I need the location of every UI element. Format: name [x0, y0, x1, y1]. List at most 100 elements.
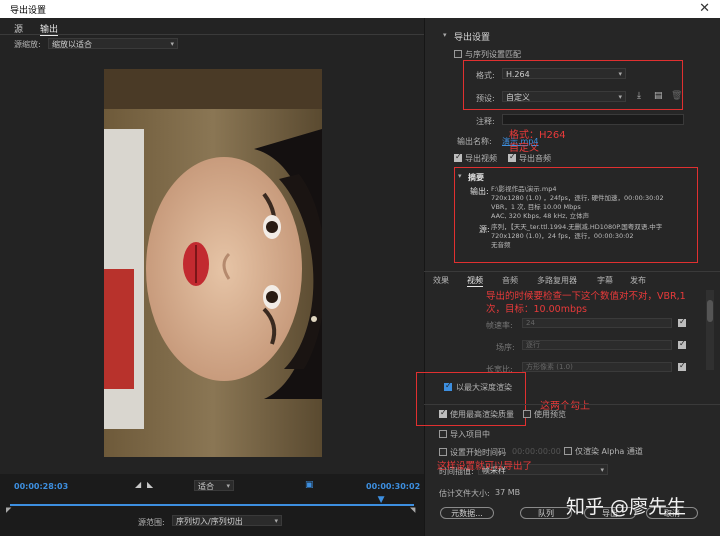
- frame-rate-label: 帧速率:: [486, 321, 513, 330]
- collapse-icon[interactable]: ▾: [458, 172, 462, 180]
- chevron-down-icon: ▾: [274, 517, 278, 525]
- max-quality-checkbox[interactable]: [439, 408, 447, 418]
- annotation-check-values: 导出的时候要检查一下这个数值对不对，VBR,1次，目标：10.00mbps: [486, 291, 686, 315]
- preset-label: 预设:: [476, 94, 495, 103]
- max-depth-label: 以最大深度渲染: [456, 383, 512, 392]
- divider: [424, 271, 720, 272]
- format-label: 格式:: [476, 71, 495, 80]
- use-previews-label: 使用预览: [534, 410, 566, 419]
- current-timecode[interactable]: 00:00:28:03: [14, 482, 68, 491]
- summary-source: 序列，【天天_ter.ttl.1994.无删减.HD1080P.国粤双语.中字 …: [491, 223, 697, 250]
- field-order-label: 场序:: [496, 343, 515, 352]
- use-previews-checkbox[interactable]: [523, 410, 531, 418]
- summary-source-label: 源:: [479, 225, 490, 234]
- divider: [424, 404, 720, 405]
- source-scale-dropdown[interactable]: 缩放以适合 ▾: [48, 38, 178, 49]
- summary-output-line: AAC, 320 Kbps, 48 kHz, 立体声: [491, 212, 590, 220]
- tab-captions[interactable]: 字幕: [597, 275, 613, 286]
- tab-video[interactable]: 视频: [467, 275, 483, 287]
- chevron-down-icon: ▾: [600, 466, 604, 474]
- close-icon[interactable]: ✕: [699, 1, 710, 16]
- format-dropdown[interactable]: H.264 ▾: [502, 68, 626, 79]
- end-timecode[interactable]: 00:00:30:02: [366, 482, 420, 491]
- tab-effects[interactable]: 效果: [433, 275, 449, 286]
- export-audio-label: 导出音频: [519, 154, 551, 163]
- watermark: 知乎 @廖先生: [566, 496, 687, 518]
- match-sequence-label: 与序列设置匹配: [465, 50, 521, 59]
- preset-value: 自定义: [506, 93, 530, 102]
- import-preset-icon[interactable]: ▤: [654, 91, 663, 101]
- frame-rate-match-checkbox[interactable]: [678, 317, 686, 327]
- output-name-label: 输出名称:: [457, 137, 492, 146]
- queue-button[interactable]: 队列: [520, 507, 572, 519]
- export-video-label: 导出视频: [465, 154, 497, 163]
- summary-output-line: VBR，1 次, 目标 10.00 Mbps: [491, 203, 581, 211]
- window-titlebar: 导出设置 ✕: [0, 0, 720, 18]
- out-marker-icon[interactable]: ◥: [410, 506, 415, 514]
- delete-preset-icon[interactable]: 🗑: [671, 91, 682, 101]
- summary-output-label: 输出:: [470, 187, 489, 196]
- set-out-point-icon[interactable]: ◣: [147, 480, 153, 489]
- match-sequence-checkbox[interactable]: [454, 50, 462, 58]
- set-in-point-icon[interactable]: ◢: [135, 480, 141, 489]
- divider: [0, 34, 424, 35]
- frame-rate-dropdown[interactable]: 24: [522, 318, 672, 328]
- playhead-icon[interactable]: ▼: [378, 495, 385, 505]
- export-audio-checkbox[interactable]: [508, 152, 516, 162]
- window-title: 导出设置: [10, 6, 47, 16]
- max-depth-checkbox[interactable]: [444, 381, 452, 391]
- scrollbar[interactable]: [706, 290, 714, 370]
- in-marker-icon[interactable]: ◤: [6, 506, 11, 514]
- source-range-value: 序列切入/序列切出: [176, 517, 243, 526]
- max-quality-label: 使用最高渲染质量: [450, 410, 514, 419]
- chevron-down-icon: ▾: [618, 70, 622, 78]
- source-scale-value: 缩放以适合: [52, 40, 92, 49]
- chevron-down-icon: ▾: [618, 93, 622, 101]
- export-settings-title: 导出设置: [454, 33, 491, 43]
- chevron-down-icon: ▾: [170, 40, 174, 48]
- start-timecode-value[interactable]: 00:00:00:00: [512, 447, 561, 456]
- scrub-track[interactable]: [10, 504, 414, 506]
- aspect-match-checkbox[interactable]: [678, 361, 686, 371]
- summary-source-line: 720x1280 (1.0)，24 fps，逐行，00:00:30:02: [491, 232, 634, 240]
- render-alpha-checkbox[interactable]: [564, 447, 572, 455]
- fit-value: 适合: [198, 482, 214, 491]
- source-range-dropdown[interactable]: 序列切入/序列切出 ▾: [172, 515, 282, 526]
- import-project-checkbox[interactable]: [439, 430, 447, 438]
- format-value: H.264: [506, 70, 530, 79]
- aspect-toggle-icon[interactable]: ▣: [305, 480, 314, 490]
- summary-source-line: 无音频: [491, 241, 511, 249]
- field-order-match-checkbox[interactable]: [678, 339, 686, 349]
- field-order-dropdown[interactable]: 逐行: [522, 340, 672, 350]
- video-preview: [104, 69, 322, 457]
- start-timecode-label: 设置开始时间码: [450, 448, 506, 457]
- scrollbar-thumb[interactable]: [707, 300, 713, 322]
- annotation-export-ok: 这样设置就可以导出了: [437, 461, 533, 472]
- chevron-down-icon: ▾: [226, 482, 230, 490]
- tab-audio[interactable]: 音频: [502, 275, 518, 286]
- preset-dropdown[interactable]: 自定义 ▾: [502, 91, 626, 102]
- summary-output-line: F:\影视作品\演示.mp4: [491, 185, 557, 193]
- preview-image: [104, 69, 322, 457]
- comment-input[interactable]: [502, 114, 684, 125]
- comment-label: 注释:: [476, 117, 495, 126]
- source-range-label: 源范围:: [138, 518, 165, 527]
- fit-dropdown[interactable]: 适合 ▾: [194, 480, 234, 491]
- summary-output-line: 720x1280 (1.0) ，24fps，逐行, 硬件加速，00:00:30:…: [491, 194, 664, 202]
- export-video-checkbox[interactable]: [454, 152, 462, 162]
- import-project-label: 导入项目中: [450, 430, 490, 439]
- start-timecode-checkbox[interactable]: [439, 448, 447, 456]
- save-preset-icon[interactable]: ⤓: [637, 91, 641, 101]
- aspect-dropdown[interactable]: 方形像素 (1.0): [522, 362, 672, 372]
- aspect-value: 方形像素 (1.0): [526, 363, 573, 371]
- metadata-button[interactable]: 元数据...: [440, 507, 494, 519]
- collapse-icon[interactable]: ▾: [443, 31, 447, 39]
- summary-output: F:\影视作品\演示.mp4 720x1280 (1.0) ，24fps，逐行,…: [491, 185, 697, 221]
- source-scale-label: 源缩放:: [14, 40, 41, 49]
- file-size-label: 估计文件大小:: [439, 489, 490, 498]
- summary-source-line: 序列，【天天_ter.ttl.1994.无删减.HD1080P.国粤双语.中字: [491, 223, 663, 231]
- tab-publish[interactable]: 发布: [630, 275, 646, 286]
- field-order-value: 逐行: [526, 341, 540, 349]
- tab-multiplexer[interactable]: 多路复用器: [537, 275, 577, 286]
- render-alpha-label: 仅渲染 Alpha 通道: [575, 447, 643, 456]
